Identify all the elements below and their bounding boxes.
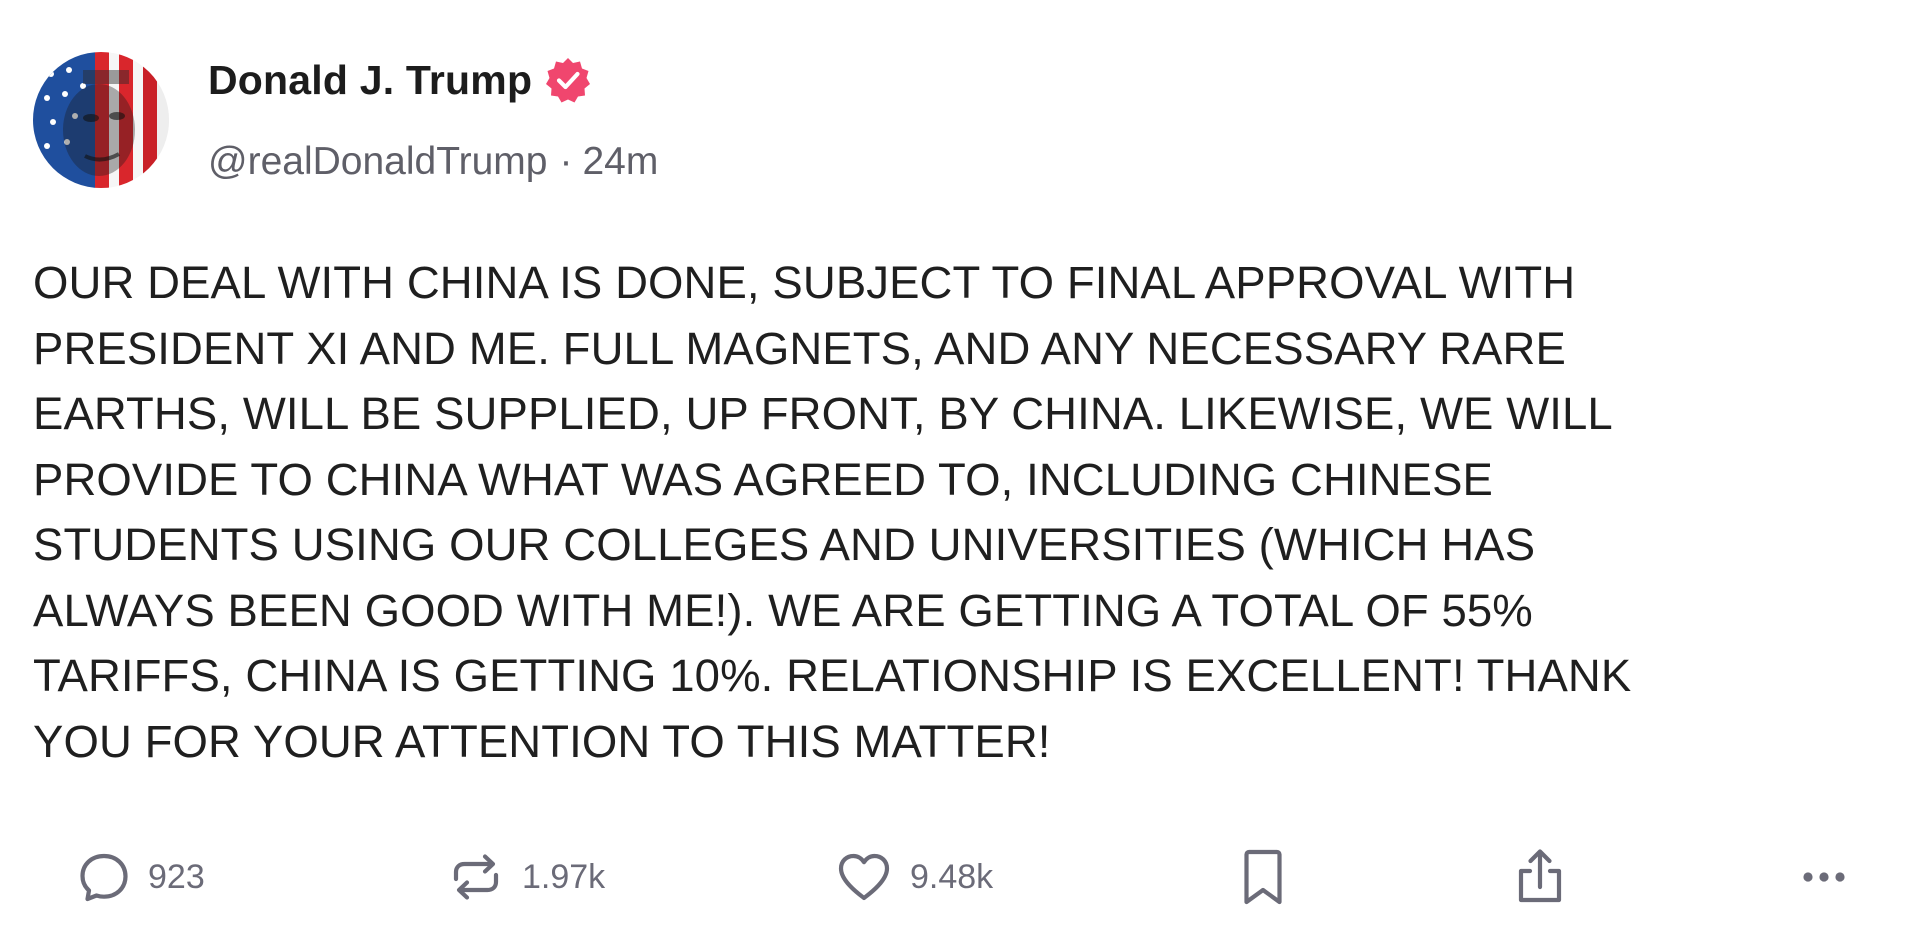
post-timestamp[interactable]: 24m bbox=[582, 140, 658, 184]
author-handle[interactable]: @realDonaldTrump bbox=[208, 140, 547, 184]
reply-count: 923 bbox=[148, 857, 205, 896]
post-card: Donald J. Trump @realDonaldTrump · 24m O… bbox=[0, 0, 1920, 952]
reply-icon bbox=[74, 847, 134, 907]
bookmark-icon bbox=[1236, 845, 1290, 909]
post-meta: @realDonaldTrump · 24m bbox=[208, 140, 658, 184]
retruth-icon bbox=[444, 845, 508, 909]
more-icon bbox=[1792, 845, 1856, 909]
like-count: 9.48k bbox=[910, 857, 994, 896]
like-icon bbox=[832, 845, 896, 909]
more-options-button[interactable] bbox=[1792, 842, 1856, 912]
retruth-button[interactable]: 1.97k bbox=[444, 842, 605, 912]
post-action-bar: 923 1.97k 9.48k bbox=[0, 842, 1920, 912]
display-name[interactable]: Donald J. Trump bbox=[208, 56, 592, 104]
reply-button[interactable]: 923 bbox=[74, 842, 205, 912]
share-icon bbox=[1508, 845, 1572, 909]
meta-separator: · bbox=[559, 140, 573, 183]
post-body-text: OUR DEAL WITH CHINA IS DONE, SUBJECT TO … bbox=[33, 257, 1632, 767]
like-button[interactable]: 9.48k bbox=[832, 842, 993, 912]
share-button[interactable] bbox=[1508, 842, 1572, 912]
bookmark-button[interactable] bbox=[1236, 842, 1290, 912]
avatar-image bbox=[33, 52, 169, 188]
avatar[interactable] bbox=[33, 52, 169, 188]
display-name-text: Donald J. Trump bbox=[208, 56, 533, 103]
retruth-count: 1.97k bbox=[522, 857, 606, 896]
verified-badge-icon bbox=[544, 56, 592, 104]
